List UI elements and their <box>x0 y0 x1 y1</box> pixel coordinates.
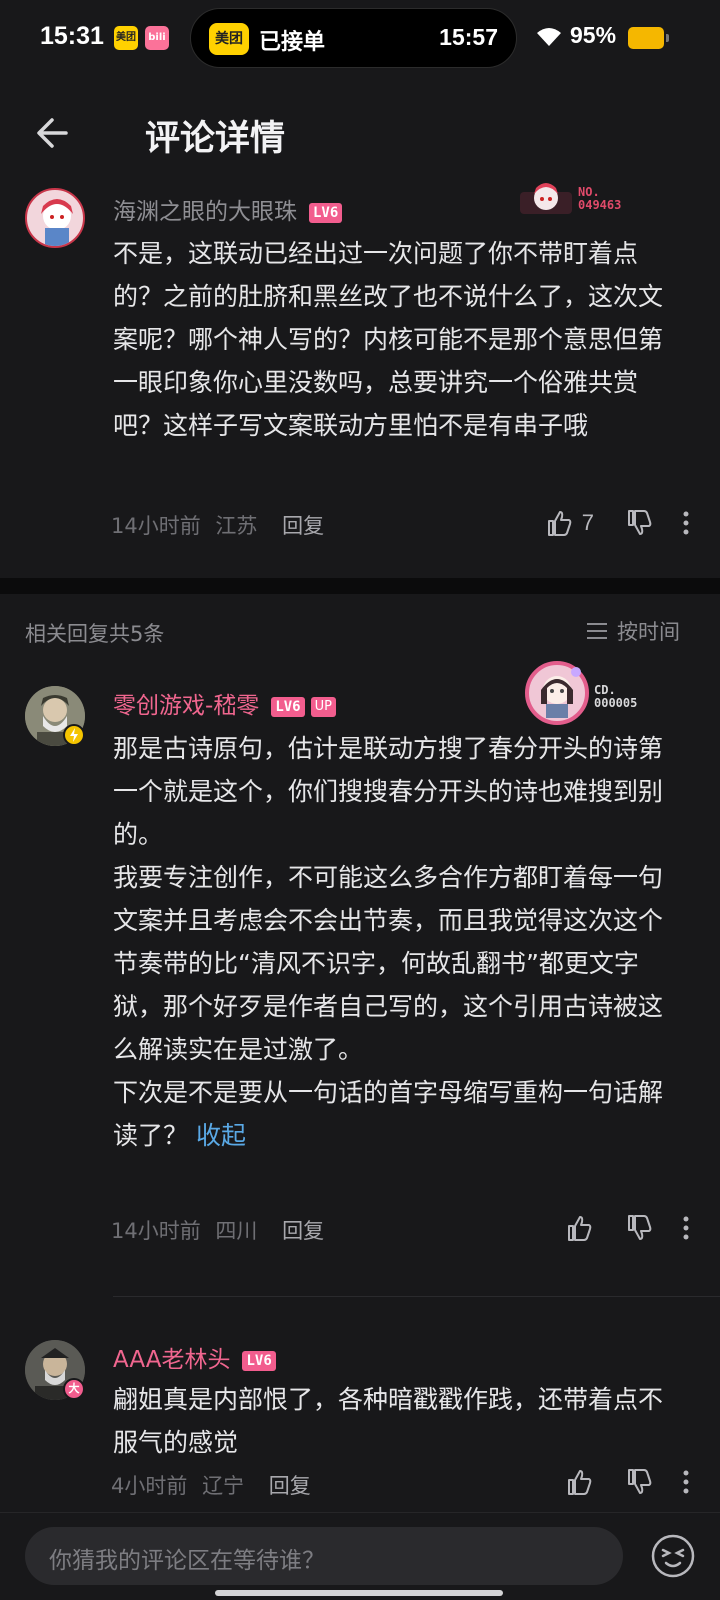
reply-item: 大 AAA老林头 LV6 翩姐真是内部恨了，各种暗戳戳作践，还带着点不服气的感觉 … <box>0 1318 720 1512</box>
reply-button[interactable]: 回复 <box>282 1219 324 1243</box>
thumb-up-icon <box>568 1216 592 1241</box>
page-header: 评论详情 <box>0 90 720 176</box>
badge-no-value: 000005 <box>594 696 638 710</box>
level-badge: LV6 <box>271 696 305 717</box>
status-time: 15:31 <box>40 22 104 50</box>
comment-time: 14小时前 <box>111 514 201 538</box>
user-name[interactable]: 海渊之眼的大眼珠 LV6 <box>113 192 343 226</box>
reply-time: 4小时前 <box>111 1474 188 1498</box>
sort-label: 按时间 <box>617 620 680 644</box>
reply-item: 零创游戏-嵇零 LV6 UP CD. 000005 那是古诗原句，估计是联动方搜了春… <box>0 661 720 1278</box>
reply-divider <box>113 1296 720 1297</box>
reply-text-content: 那是古诗原句，估计是联动方搜了春分开头的诗第一个就是这个，你们搜搜春分开头的诗也… <box>113 734 664 1150</box>
status-bar: 15:31 美团 bili 美团 已接单 15:57 95% <box>0 0 720 78</box>
more-vertical-icon <box>683 1216 689 1240</box>
reply-text[interactable]: 翩姐真是内部恨了，各种暗戳戳作践，还带着点不服气的感觉 <box>113 1378 683 1464</box>
comment-input-placeholder: 你猜我的评论区在等待谁？ <box>49 1548 325 1574</box>
user-name[interactable]: 零创游戏-嵇零 LV6 UP <box>113 686 336 720</box>
avatar[interactable] <box>25 188 85 248</box>
level-badge: LV6 <box>309 202 343 223</box>
wifi-icon <box>537 28 561 46</box>
reply-actions <box>564 1464 690 1500</box>
thumb-down-icon <box>628 1215 652 1240</box>
sort-by-time-button[interactable]: 按时间 <box>585 616 680 646</box>
comment-location: 江苏 <box>215 514 258 538</box>
reply-meta: 4小时前 辽宁 回复 <box>111 1470 311 1500</box>
reply-button[interactable]: 回复 <box>269 1474 311 1498</box>
comment-input-bar: 你猜我的评论区在等待谁？ <box>0 1512 720 1600</box>
fan-badge-icon <box>520 183 572 214</box>
order-status: 已接单 <box>259 30 326 55</box>
battery-icon <box>628 27 669 49</box>
emoji-icon[interactable] <box>650 1533 696 1579</box>
back-arrow-icon[interactable] <box>28 106 82 160</box>
user-name[interactable]: AAA老林头 LV6 <box>113 1340 276 1374</box>
comment-input[interactable]: 你猜我的评论区在等待谁？ <box>25 1527 623 1585</box>
thumb-down-icon <box>628 510 652 535</box>
fan-badge: NO. 049463 <box>518 180 621 218</box>
reply-button[interactable]: 回复 <box>282 514 324 538</box>
home-indicator[interactable] <box>215 1590 503 1596</box>
thumb-up-icon <box>547 511 572 536</box>
section-divider <box>0 578 720 594</box>
meituan-logo-icon: 美团 <box>209 23 249 55</box>
reply-actions <box>564 1210 690 1246</box>
more-button[interactable] <box>682 1215 690 1241</box>
dislike-button[interactable] <box>624 508 654 538</box>
like-button[interactable]: 7 <box>544 508 594 538</box>
level-badge: LV6 <box>242 1350 276 1371</box>
like-count: 7 <box>581 510 594 535</box>
order-eta: 15:57 <box>439 24 498 50</box>
battery-percent: 95% <box>570 22 617 48</box>
reply-location: 辽宁 <box>202 1474 245 1498</box>
vip-badge-icon: 大 <box>63 1378 85 1400</box>
badge-no-value: 049463 <box>578 198 622 212</box>
page-title: 评论详情 <box>145 119 286 159</box>
reply-location: 四川 <box>215 1219 258 1243</box>
dynamic-island-order[interactable]: 美团 已接单 15:57 <box>190 8 517 68</box>
like-button[interactable] <box>564 1213 594 1243</box>
thumb-up-icon <box>568 1470 592 1495</box>
fan-badge: CD. 000005 <box>524 660 637 726</box>
comment-actions: 7 <box>544 505 690 541</box>
bilibili-notification-icon: bili <box>145 26 169 50</box>
more-button[interactable] <box>682 1469 690 1495</box>
meituan-notification-icon: 美团 <box>114 26 138 50</box>
replies-header: 相关回复共5条 按时间 <box>0 598 720 668</box>
thumb-down-icon <box>628 1469 652 1494</box>
dislike-button[interactable] <box>624 1213 654 1243</box>
root-comment: 海渊之眼的大眼珠 LV6 NO. 049463 不是，这联动已经出过一次问题了你不… <box>0 180 720 578</box>
more-vertical-icon <box>683 1470 689 1494</box>
collapse-link[interactable]: 收起 <box>196 1121 246 1150</box>
reply-meta: 14小时前 四川 回复 <box>111 1215 324 1245</box>
dislike-button[interactable] <box>624 1467 654 1497</box>
comment-text[interactable]: 不是，这联动已经出过一次问题了你不带盯着点的？之前的肚脐和黑丝改了也不说什么了，… <box>113 232 683 447</box>
reply-time: 14小时前 <box>111 1219 201 1243</box>
reply-count: 相关回复共5条 <box>25 622 165 646</box>
fan-badge-icon <box>525 661 589 725</box>
like-button[interactable] <box>564 1467 594 1497</box>
reply-text[interactable]: 那是古诗原句，估计是联动方搜了春分开头的诗第一个就是这个，你们搜搜春分开头的诗也… <box>113 727 683 1157</box>
sort-list-icon <box>587 623 607 639</box>
comment-meta: 14小时前 江苏 回复 <box>111 510 324 540</box>
up-badge: UP <box>310 696 336 717</box>
more-vertical-icon <box>683 511 689 535</box>
verified-lightning-icon <box>63 724 85 746</box>
more-button[interactable] <box>682 510 690 536</box>
